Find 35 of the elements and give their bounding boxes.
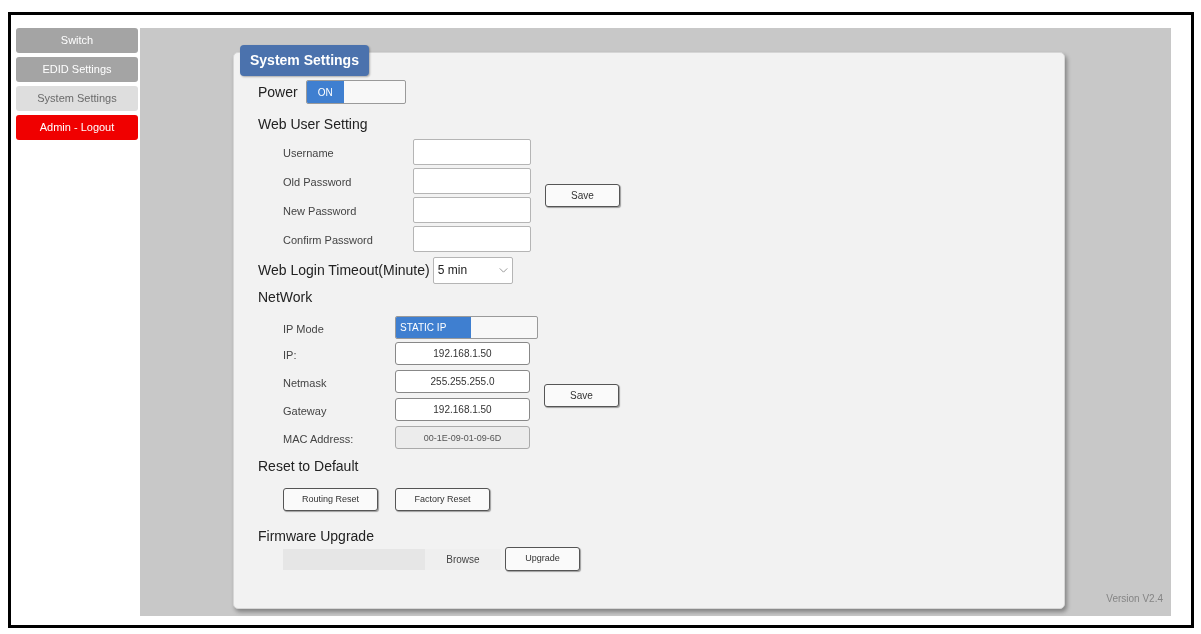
section-heading: Reset to Default	[258, 456, 359, 476]
version-text: Version V2.4	[1106, 592, 1163, 606]
logout-button[interactable]: Admin - Logout	[16, 115, 138, 140]
field-label: New Password	[283, 205, 357, 217]
input-field[interactable]: 192.168.1.50	[395, 342, 530, 365]
power-toggle[interactable]: ON	[305, 80, 406, 104]
save-button[interactable]: Save	[544, 384, 619, 407]
field-label: Old Password	[283, 176, 352, 188]
timeout-select[interactable]: 5 min	[432, 256, 513, 284]
ip-mode-toggle[interactable]: STATIC IP	[395, 316, 538, 339]
input-field[interactable]: 255.255.255.0	[395, 370, 530, 393]
input-field[interactable]	[413, 139, 531, 165]
upgrade-button[interactable]: Upgrade	[505, 547, 580, 571]
sidebar-item[interactable]: System Settings	[16, 86, 138, 111]
field-label: Confirm Password	[283, 234, 373, 246]
save-button[interactable]: Save	[545, 184, 620, 207]
section-heading: NetWork	[258, 287, 313, 307]
field-label: MAC Address:	[283, 432, 354, 445]
chevron-down-icon	[498, 267, 508, 273]
input-field[interactable]	[413, 197, 531, 223]
field-label: Netmask	[283, 376, 327, 389]
field-label: Power	[258, 82, 298, 102]
section-heading: Firmware Upgrade	[258, 526, 374, 546]
field-label: Web Login Timeout(Minute)	[258, 260, 430, 280]
input-field[interactable]	[413, 168, 531, 194]
reset-button[interactable]: Routing Reset	[283, 488, 378, 511]
field-label: IP:	[283, 348, 297, 361]
field-label: Username	[283, 147, 334, 159]
section-heading: Web User Setting	[258, 114, 368, 134]
reset-button[interactable]: Factory Reset	[395, 488, 490, 511]
panel-title: System Settings	[240, 45, 369, 76]
field-label: Gateway	[283, 404, 327, 417]
input-field[interactable]: 192.168.1.50	[395, 398, 530, 421]
input-field[interactable]	[413, 226, 531, 252]
field-label: IP Mode	[283, 322, 324, 335]
